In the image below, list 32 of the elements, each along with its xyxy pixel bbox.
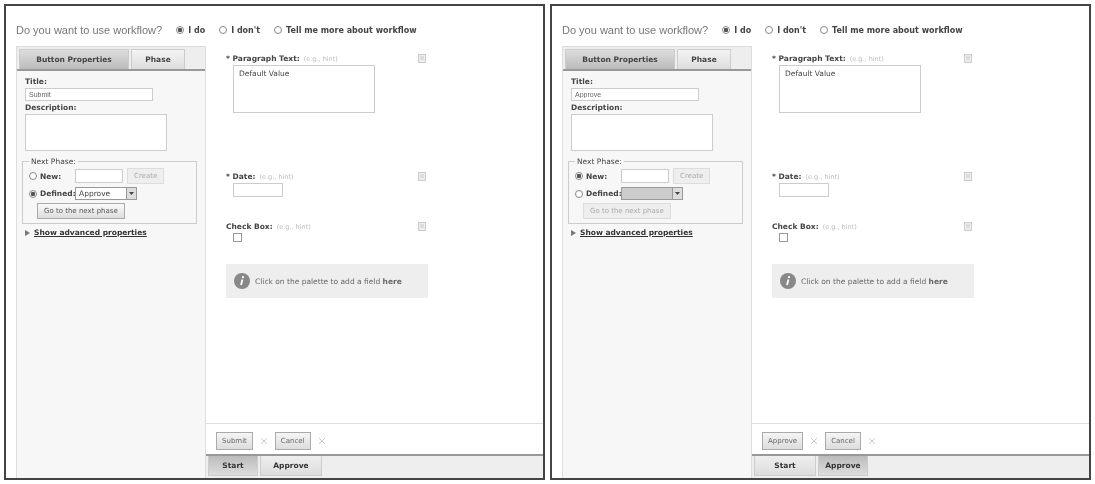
description-input[interactable] bbox=[571, 114, 713, 151]
page-icon[interactable] bbox=[964, 54, 972, 63]
page-icon[interactable] bbox=[964, 222, 972, 231]
page-icon[interactable] bbox=[964, 172, 972, 181]
workflow-question: Do you want to use workflow? bbox=[562, 24, 709, 36]
remove-icon[interactable] bbox=[260, 438, 267, 444]
date-input[interactable] bbox=[233, 183, 283, 197]
remove-icon[interactable] bbox=[318, 438, 325, 444]
remove-icon[interactable] bbox=[811, 438, 818, 444]
new-phase-input[interactable] bbox=[75, 169, 123, 183]
workflow-option[interactable]: I don't bbox=[765, 25, 807, 35]
page-icon[interactable] bbox=[418, 222, 426, 231]
description-input[interactable] bbox=[25, 114, 167, 151]
workflow-option[interactable]: Tell me more about workflow bbox=[820, 25, 963, 35]
workflow-question: Do you want to use workflow? bbox=[16, 24, 163, 36]
new-phase-input[interactable] bbox=[621, 169, 669, 183]
caret-icon bbox=[129, 192, 134, 195]
workflow-option[interactable]: I do bbox=[722, 25, 752, 35]
workflow-option[interactable]: I don't bbox=[219, 25, 261, 35]
checkbox[interactable] bbox=[779, 233, 788, 242]
expand-icon bbox=[571, 229, 576, 236]
page-icon[interactable] bbox=[418, 54, 426, 63]
remove-icon[interactable] bbox=[868, 438, 875, 444]
caret-icon bbox=[675, 192, 680, 195]
info-icon bbox=[780, 273, 796, 289]
workflow-option[interactable]: Tell me more about workflow bbox=[274, 25, 417, 35]
date-input[interactable] bbox=[779, 183, 829, 197]
info-icon bbox=[234, 273, 250, 289]
expand-icon bbox=[25, 229, 30, 236]
workflow-option[interactable]: I do bbox=[176, 25, 206, 35]
checkbox[interactable] bbox=[233, 233, 242, 242]
page-icon[interactable] bbox=[418, 172, 426, 181]
